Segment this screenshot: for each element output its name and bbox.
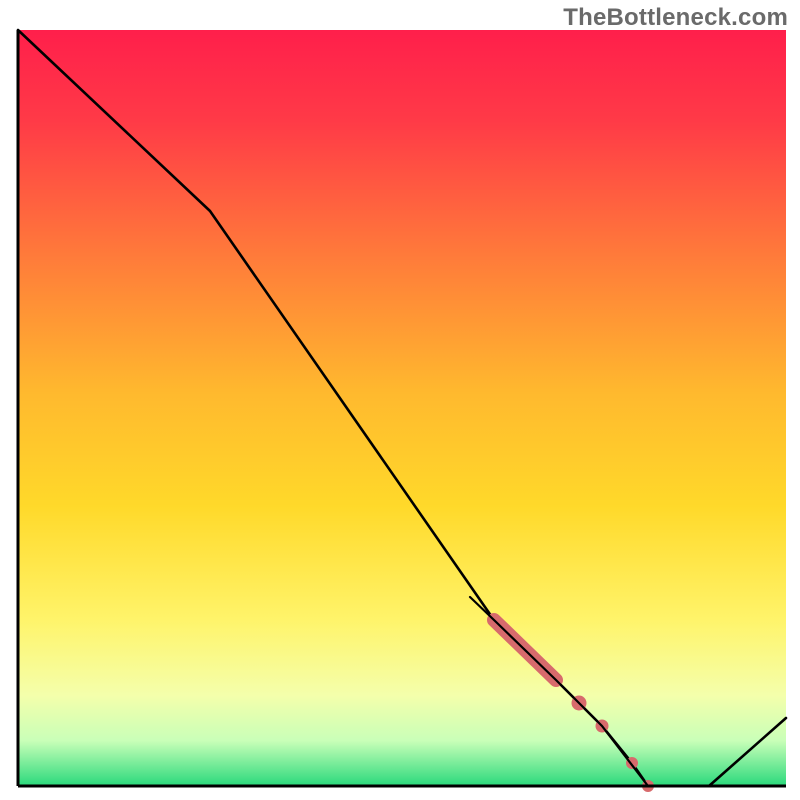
plot-area: [18, 30, 786, 792]
gradient-bg: [18, 30, 786, 786]
bottleneck-chart: [0, 0, 800, 800]
watermark-label: TheBottleneck.com: [563, 4, 788, 32]
chart-stage: TheBottleneck.com: [0, 0, 800, 800]
